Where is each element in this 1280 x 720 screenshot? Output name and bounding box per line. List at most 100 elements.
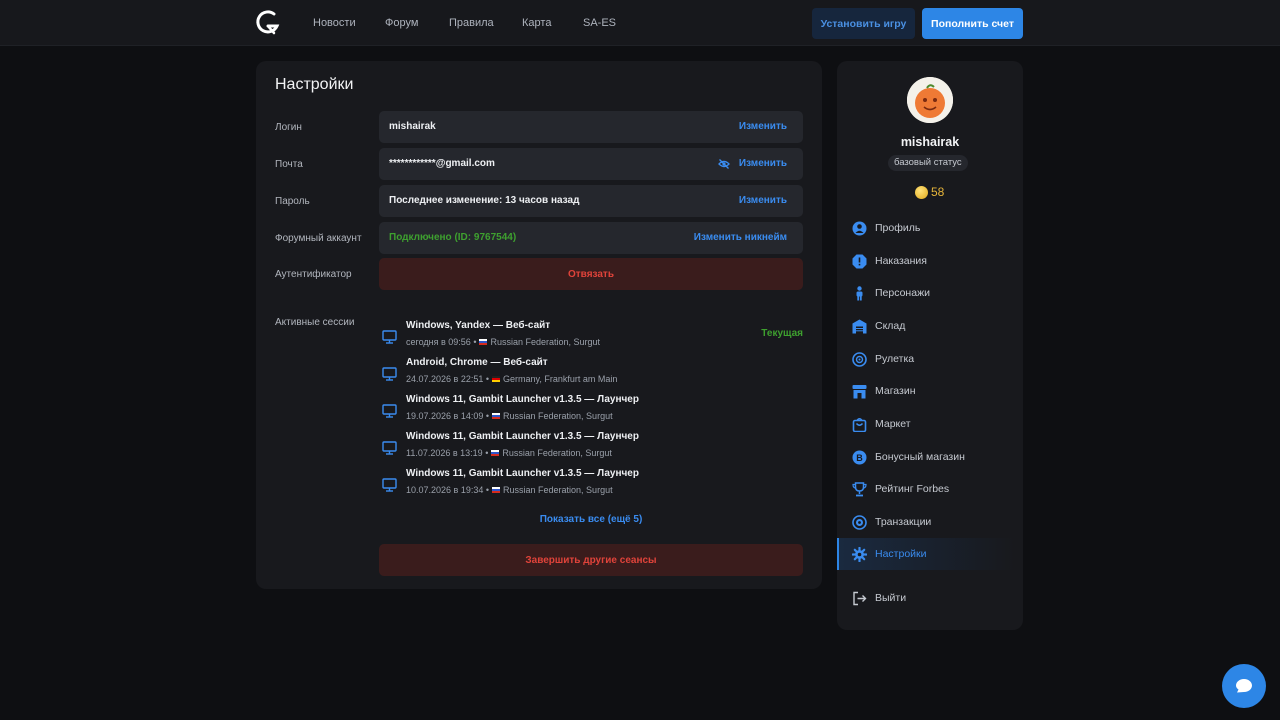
nav-map[interactable]: Карта [522,0,551,46]
svg-text:B: B [856,453,863,463]
session-location: Russian Federation, Surgut [503,485,613,495]
coin-value: 58 [931,185,945,199]
monitor-icon [382,441,397,455]
status-badge: базовый статус [888,155,968,171]
session-item: Windows 11, Gambit Launcher v1.3.5 — Лау… [379,468,803,502]
session-item: Windows 11, Gambit Launcher v1.3.5 — Лау… [379,394,803,428]
password-label: Пароль [275,196,310,207]
username: mishairak [900,135,960,149]
login-field: mishairak Изменить [379,111,803,143]
avatar[interactable] [907,77,953,123]
password-field: Последнее изменение: 13 часов назад Изме… [379,185,803,217]
login-label: Логин [275,122,302,133]
sidebar-item-characters[interactable]: Персонажи [837,277,1023,309]
authenticator-label: Аутентификатор [275,269,352,280]
monitor-icon [382,330,397,344]
sidebar-item-market[interactable]: Маркет [837,408,1023,440]
bonus-icon: B [852,450,867,464]
forum-account-field: Подключено (ID: 9767544) Изменить никней… [379,222,803,254]
email-field: ************@gmail.com Изменить [379,148,803,180]
end-other-sessions-button[interactable]: Завершить другие сеансы [379,544,803,576]
session-meta: сегодня в 09:56 • Russian Federation, Sur… [406,337,601,347]
chat-button[interactable] [1222,664,1266,708]
nav-item-label: Правила [449,17,494,29]
forum-account-label: Форумный аккаунт [275,233,362,244]
sidebar-item-transactions[interactable]: Транзакции [837,506,1023,538]
sidebar-item-label: Рейтинг Forbes [875,483,950,495]
sidebar-item-warehouse[interactable]: Склад [837,310,1023,342]
show-all-sessions-link[interactable]: Показать все (ещё 5) [379,514,803,525]
session-location: Germany, Frankfurt am Main [503,374,618,384]
sidebar-item-label: Транзакции [875,516,932,528]
profile-sidebar: mishairak базовый статус 58 Профиль Нака… [837,61,1023,630]
nav-item-label: Новости [313,17,356,29]
session-item: Windows 11, Gambit Launcher v1.3.5 — Лау… [379,431,803,465]
coin-icon [915,185,928,199]
sidebar-item-logout[interactable]: Выйти [837,582,1023,614]
market-icon [852,417,867,432]
user-icon [852,221,867,235]
forum-account-value: Подключено (ID: 9767544) [389,232,517,243]
flag-ru-icon [492,413,501,419]
session-item: Windows, Yandex — Веб-сайт сегодня в 09:… [379,320,803,354]
install-game-button[interactable]: Установить игру [812,8,915,39]
monitor-icon [382,478,397,492]
nav-item-label: SA-ES [583,17,617,29]
eye-off-icon[interactable] [718,158,730,170]
sidebar-item-label: Склад [875,320,906,332]
orange-avatar-icon [907,77,953,123]
sessions-label: Активные сессии [275,317,355,328]
session-time: 10.07.2026 в 19:34 [406,485,484,495]
current-session-badge: Текущая [761,328,803,339]
session-title: Windows 11, Gambit Launcher v1.3.5 — Лау… [406,394,639,405]
top-bar: Новости Форум Правила Карта SA-ES Устано… [0,0,1280,46]
sidebar-item-roulette[interactable]: Рулетка [837,343,1023,375]
sidebar-item-settings[interactable]: Настройки [837,538,1023,570]
sidebar-item-label: Наказания [875,255,927,267]
sidebar-item-label: Персонажи [875,287,930,299]
change-email-button[interactable]: Изменить [739,148,787,180]
nav-item-label: Карта [522,17,552,29]
session-title: Windows 11, Gambit Launcher v1.3.5 — Лау… [406,431,639,442]
topup-button[interactable]: Пополнить счет [922,8,1023,39]
sidebar-item-forbes[interactable]: Рейтинг Forbes [837,473,1023,505]
session-title: Windows, Yandex — Веб-сайт [406,320,551,331]
sidebar-item-label: Выйти [875,592,907,604]
sidebar-item-punishments[interactable]: Наказания [837,245,1023,277]
session-time: 24.07.2026 в 22:51 [406,374,484,384]
sidebar-item-label: Маркет [875,418,911,430]
nav-news[interactable]: Новости [313,0,356,46]
nav-rules[interactable]: Правила [449,0,494,46]
sidebar-item-bonus-shop[interactable]: B Бонусный магазин [837,441,1023,473]
session-time: сегодня в 09:56 [406,337,471,347]
session-location: Russian Federation, Surgut [503,411,613,421]
session-title: Windows 11, Gambit Launcher v1.3.5 — Лау… [406,468,639,479]
monitor-icon [382,404,397,418]
trophy-icon [852,481,867,496]
sidebar-item-label: Рулетка [875,353,915,365]
coin-balance: 58 [915,185,944,199]
nav-forum[interactable]: Форум [385,0,418,46]
nav-sa-es[interactable]: SA-ES [583,0,616,46]
unlink-authenticator-button[interactable]: Отвязать [379,258,803,290]
roulette-icon [852,351,867,367]
change-login-button[interactable]: Изменить [739,111,787,143]
session-item: Android, Chrome — Веб-сайт 24.07.2026 в … [379,357,803,391]
email-value: ************@gmail.com [389,158,495,169]
session-time: 11.07.2026 в 13:19 [406,448,483,458]
gear-icon [852,546,867,562]
logo-icon[interactable] [254,9,282,37]
sidebar-item-profile[interactable]: Профиль [837,212,1023,244]
sidebar-item-label: Бонусный магазин [875,451,965,463]
flag-de-icon [492,376,501,382]
flag-ru-icon [491,450,500,456]
sidebar-item-label: Профиль [875,222,921,234]
person-icon [856,285,863,300]
change-password-button[interactable]: Изменить [739,185,787,217]
flag-ru-icon [479,339,488,345]
email-label: Почта [275,159,303,170]
session-title: Android, Chrome — Веб-сайт [406,357,548,368]
sidebar-item-shop[interactable]: Магазин [837,375,1023,407]
login-value: mishairak [389,121,436,132]
change-nickname-button[interactable]: Изменить никнейм [694,222,787,254]
